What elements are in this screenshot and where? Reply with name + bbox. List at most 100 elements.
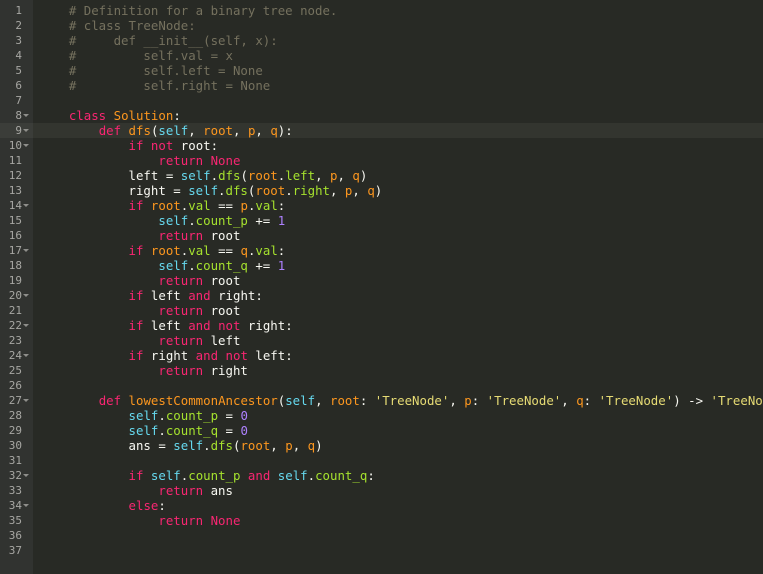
code-line[interactable]: # self.right = None (33, 78, 763, 93)
gutter-row[interactable]: 12 (0, 168, 33, 183)
code-line[interactable]: ans = self.dfs(root, p, q) (33, 438, 763, 453)
gutter-row[interactable]: 2 (0, 18, 33, 33)
gutter-row[interactable]: 4 (0, 48, 33, 63)
chevron-down-icon[interactable] (22, 108, 31, 123)
code-line[interactable]: if left and not right: (33, 318, 763, 333)
code-line[interactable]: return root (33, 303, 763, 318)
code-line[interactable]: # self.val = x (33, 48, 763, 63)
gutter-row[interactable]: 5 (0, 63, 33, 78)
code-line[interactable]: right = self.dfs(root.right, p, q) (33, 183, 763, 198)
chevron-down-icon[interactable] (22, 123, 31, 138)
gutter-row[interactable]: 30 (0, 438, 33, 453)
gutter-row[interactable]: 24 (0, 348, 33, 363)
code-line[interactable]: return ans (33, 483, 763, 498)
gutter-row[interactable]: 3 (0, 33, 33, 48)
code-line[interactable] (33, 528, 763, 543)
gutter-row[interactable]: 37 (0, 543, 33, 558)
chevron-down-icon[interactable] (22, 288, 31, 303)
gutter-row[interactable]: 13 (0, 183, 33, 198)
gutter-row[interactable]: 34 (0, 498, 33, 513)
line-number: 37 (8, 544, 22, 557)
token-plain: right (203, 363, 248, 378)
code-line[interactable]: self.count_p = 0 (33, 408, 763, 423)
gutter-row[interactable]: 14 (0, 198, 33, 213)
gutter-row[interactable]: 26 (0, 378, 33, 393)
code-line[interactable] (33, 543, 763, 558)
code-line[interactable]: if root.val == p.val: (33, 198, 763, 213)
gutter-row[interactable]: 15 (0, 213, 33, 228)
gutter-row[interactable]: 1 (0, 3, 33, 18)
token-plain: = (218, 408, 241, 423)
code-line[interactable] (33, 93, 763, 108)
code-line[interactable]: def lowestCommonAncestor(self, root: 'Tr… (33, 393, 763, 408)
gutter-row[interactable]: 33 (0, 483, 33, 498)
code-line[interactable]: # class TreeNode: (33, 18, 763, 33)
token-class: Solution (113, 108, 174, 123)
token-comment: # self.val = x (39, 48, 233, 63)
code-line[interactable]: if left and right: (33, 288, 763, 303)
code-line[interactable]: return right (33, 363, 763, 378)
gutter-row[interactable]: 23 (0, 333, 33, 348)
code-line[interactable]: if right and not left: (33, 348, 763, 363)
token-plain: left (143, 288, 189, 303)
token-keyword: def (98, 393, 122, 408)
code-line[interactable]: left = self.dfs(root.left, p, q) (33, 168, 763, 183)
token-keyword: return (158, 303, 204, 318)
code-line[interactable]: else: (33, 498, 763, 513)
code-line[interactable]: # self.left = None (33, 63, 763, 78)
chevron-down-icon[interactable] (22, 243, 31, 258)
token-plain: right: (210, 288, 263, 303)
line-number-gutter[interactable]: 1 2 3 4 5 6 7 8 9 10 11 12 13 14 15 16 17 18 19 20 21 22 23 24 2… (0, 0, 33, 574)
chevron-down-icon[interactable] (22, 198, 31, 213)
gutter-row[interactable]: 9 (0, 123, 33, 138)
gutter-row[interactable]: 35 (0, 513, 33, 528)
gutter-row[interactable]: 18 (0, 258, 33, 273)
gutter-row[interactable]: 19 (0, 273, 33, 288)
chevron-down-icon[interactable] (22, 318, 31, 333)
code-line[interactable]: if root.val == q.val: (33, 243, 763, 258)
code-line[interactable]: # def __init__(self, x): (33, 33, 763, 48)
chevron-down-icon[interactable] (22, 348, 31, 363)
code-line[interactable]: return root (33, 228, 763, 243)
gutter-row[interactable]: 27 (0, 393, 33, 408)
gutter-row[interactable]: 32 (0, 468, 33, 483)
gutter-row[interactable]: 11 (0, 153, 33, 168)
gutter-row[interactable]: 25 (0, 363, 33, 378)
gutter-row[interactable]: 20 (0, 288, 33, 303)
code-line[interactable]: class Solution: (33, 108, 763, 123)
chevron-down-icon[interactable] (22, 468, 31, 483)
code-line[interactable]: if self.count_p and self.count_q: (33, 468, 763, 483)
code-line[interactable]: return None (33, 513, 763, 528)
code-line[interactable] (33, 378, 763, 393)
code-line[interactable]: return None (33, 153, 763, 168)
gutter-row[interactable]: 8 (0, 108, 33, 123)
token-keyword: return (158, 228, 204, 243)
gutter-row[interactable]: 28 (0, 408, 33, 423)
token-plain: , (561, 393, 577, 408)
code-line[interactable]: return root (33, 273, 763, 288)
code-line[interactable] (33, 453, 763, 468)
gutter-row[interactable]: 16 (0, 228, 33, 243)
code-line[interactable]: self.count_q += 1 (33, 258, 763, 273)
code-line[interactable]: return left (33, 333, 763, 348)
gutter-row[interactable]: 7 (0, 93, 33, 108)
code-line[interactable]: if not root: (33, 138, 763, 153)
gutter-row[interactable]: 10 (0, 138, 33, 153)
gutter-row[interactable]: 29 (0, 423, 33, 438)
code-line[interactable]: # Definition for a binary tree node. (33, 3, 763, 18)
gutter-row[interactable]: 31 (0, 453, 33, 468)
code-content-area[interactable]: # Definition for a binary tree node. # c… (33, 0, 763, 574)
gutter-row[interactable]: 21 (0, 303, 33, 318)
chevron-down-icon[interactable] (22, 138, 31, 153)
gutter-row[interactable]: 6 (0, 78, 33, 93)
code-line[interactable]: self.count_q = 0 (33, 423, 763, 438)
chevron-down-icon[interactable] (22, 498, 31, 513)
gutter-row[interactable]: 22 (0, 318, 33, 333)
code-line[interactable]: self.count_p += 1 (33, 213, 763, 228)
gutter-row[interactable]: 36 (0, 528, 33, 543)
code-line[interactable]: def dfs(self, root, p, q): (33, 123, 763, 138)
gutter-row[interactable]: 17 (0, 243, 33, 258)
chevron-down-icon[interactable] (22, 393, 31, 408)
